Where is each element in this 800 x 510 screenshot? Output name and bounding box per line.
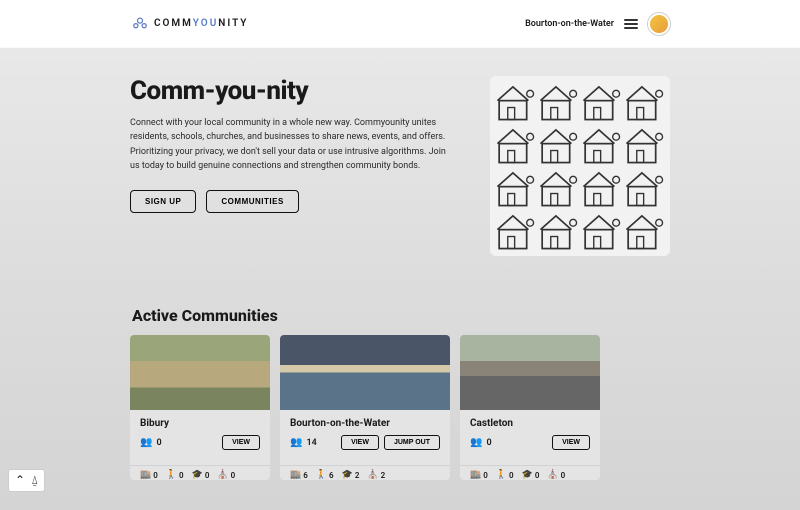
- walk-icon: 🚶: [316, 470, 327, 480]
- topbar: COMMYOUNITY Bourton-on-the-Water: [0, 0, 800, 48]
- category-stats: 🏬6 🚶6 🎓2 ⛪2: [280, 465, 450, 480]
- current-location-label[interactable]: Bourton-on-the-Water: [525, 19, 614, 29]
- view-button[interactable]: VIEW: [552, 435, 590, 450]
- view-button[interactable]: VIEW: [341, 435, 379, 450]
- people-icon: 👥: [140, 437, 152, 448]
- hero-image: [490, 76, 670, 256]
- community-name: Bibury: [140, 418, 260, 429]
- school-icon: 🎓: [342, 470, 353, 480]
- people-icon: 👥: [470, 437, 482, 448]
- view-button[interactable]: VIEW: [222, 435, 260, 450]
- church-icon: ⛪: [367, 470, 378, 480]
- logo-icon: [130, 14, 150, 34]
- topbar-right: Bourton-on-the-Water: [525, 13, 670, 35]
- hero-content: Comm-you-nity Connect with your local co…: [130, 76, 450, 213]
- houses-pattern-icon: [494, 80, 666, 252]
- signup-button[interactable]: SIGN UP: [130, 190, 196, 213]
- avatar[interactable]: [648, 13, 670, 35]
- menu-icon[interactable]: [624, 19, 638, 29]
- active-communities-section: Active Communities Bibury 👥0 VIEW 🏬0 🚶0 …: [0, 296, 800, 510]
- community-image: [130, 335, 270, 410]
- school-icon: 🎓: [192, 470, 203, 480]
- walk-icon: 🚶: [166, 470, 177, 480]
- communities-button[interactable]: COMMUNITIES: [206, 190, 298, 213]
- community-cards: Bibury 👥0 VIEW 🏬0 🚶0 🎓0 ⛪0 Bourton-on-th: [130, 335, 670, 480]
- community-name: Bourton-on-the-Water: [290, 418, 440, 429]
- accessibility-controls[interactable]: ⌃ ⍙: [8, 469, 45, 492]
- shop-icon: 🏬: [140, 470, 151, 480]
- community-card-castleton: Castleton 👥0 VIEW 🏬0 🚶0 🎓0 ⛪0: [460, 335, 600, 480]
- section-title: Active Communities: [130, 306, 670, 325]
- chevron-up-icon[interactable]: ⌃: [15, 473, 25, 488]
- community-image: [280, 335, 450, 410]
- community-image: [460, 335, 600, 410]
- walk-icon: 🚶: [496, 470, 507, 480]
- jump-out-button[interactable]: JUMP OUT: [384, 435, 440, 450]
- community-card-bibury: Bibury 👥0 VIEW 🏬0 🚶0 🎓0 ⛪0: [130, 335, 270, 480]
- hero: Comm-you-nity Connect with your local co…: [0, 48, 800, 296]
- shop-icon: 🏬: [290, 470, 301, 480]
- community-card-bourton: Bourton-on-the-Water 👥14 VIEW JUMP OUT 🏬…: [280, 335, 450, 480]
- members-stat: 👥0: [470, 437, 492, 448]
- hero-title: Comm-you-nity: [130, 76, 450, 106]
- church-icon: ⛪: [547, 470, 558, 480]
- person-icon[interactable]: ⍙: [31, 473, 38, 488]
- members-stat: 👥14: [290, 437, 317, 448]
- category-stats: 🏬0 🚶0 🎓0 ⛪0: [460, 465, 600, 480]
- members-stat: 👥0: [140, 437, 162, 448]
- hero-description: Connect with your local community in a w…: [130, 116, 450, 174]
- community-name: Castleton: [470, 418, 590, 429]
- people-icon: 👥: [290, 437, 302, 448]
- logo[interactable]: COMMYOUNITY: [130, 14, 248, 34]
- church-icon: ⛪: [217, 470, 228, 480]
- category-stats: 🏬0 🚶0 🎓0 ⛪0: [130, 465, 270, 480]
- hero-buttons: SIGN UP COMMUNITIES: [130, 190, 450, 213]
- school-icon: 🎓: [522, 470, 533, 480]
- logo-text: COMMYOUNITY: [154, 18, 248, 29]
- shop-icon: 🏬: [470, 470, 481, 480]
